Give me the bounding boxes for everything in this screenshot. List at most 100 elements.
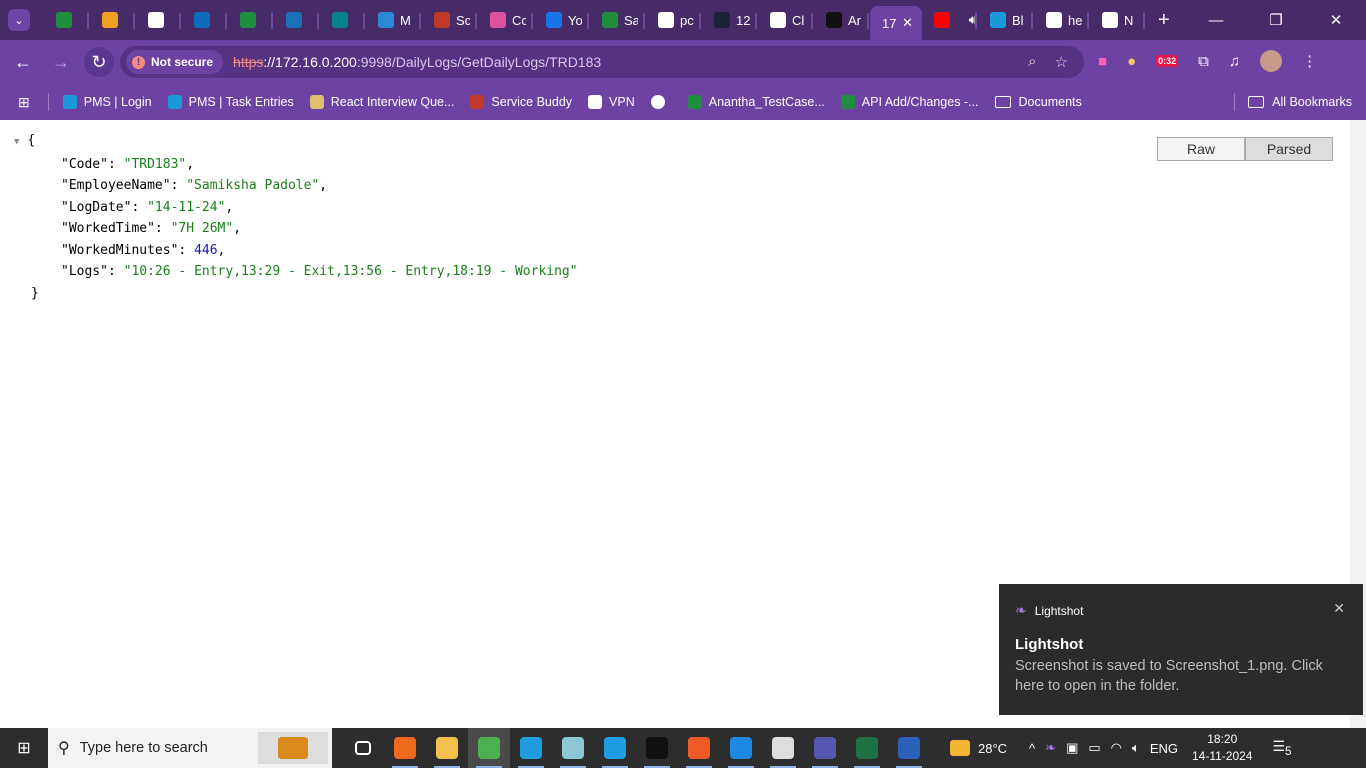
- close-window-button[interactable]: ✕: [1306, 0, 1366, 40]
- volume-icon[interactable]: 🔈︎: [1132, 740, 1140, 756]
- tabs: MScCcYoSapc12ClAr17✕ 🔊︎BlheN: [44, 0, 1146, 40]
- json-field: "WorkedTime": "7H 26M",: [61, 221, 242, 236]
- tab-active[interactable]: 17 ✕: [870, 6, 922, 40]
- tab[interactable]: [182, 0, 228, 40]
- terminal-taskbar-button[interactable]: [636, 728, 678, 768]
- apps-grid-icon[interactable]: ⊞: [18, 94, 30, 111]
- k-icon: [378, 12, 394, 28]
- tab[interactable]: Ar: [814, 0, 870, 40]
- zoom-icon[interactable]: ⌕: [1028, 53, 1036, 71]
- bookmark-item[interactable]: API Add/Changes -...: [840, 95, 979, 109]
- tab-search-button[interactable]: ⌄: [8, 9, 30, 31]
- tab[interactable]: [228, 0, 274, 40]
- tab[interactable]: 12: [702, 0, 758, 40]
- back-button[interactable]: ←: [8, 47, 38, 77]
- tab[interactable]: M: [366, 0, 422, 40]
- bookmark-item[interactable]: React Interview Que...: [309, 95, 454, 109]
- youtube-icon: [934, 12, 950, 28]
- json-value: "TRD183": [123, 156, 187, 172]
- parsed-button[interactable]: Parsed: [1245, 137, 1333, 161]
- new-tab-button[interactable]: +: [1158, 9, 1170, 32]
- clock[interactable]: 18:20 14-11-2024: [1192, 731, 1253, 765]
- url-text[interactable]: https://172.16.0.200:9998/DailyLogs/GetD…: [233, 54, 601, 70]
- postman-taskbar-button[interactable]: [678, 728, 720, 768]
- raw-button[interactable]: Raw: [1157, 137, 1245, 161]
- wifi-icon[interactable]: ◠: [1111, 740, 1122, 756]
- notes-taskbar-button[interactable]: [552, 728, 594, 768]
- tab[interactable]: 🔊︎: [922, 0, 978, 40]
- tab[interactable]: N: [1090, 0, 1146, 40]
- emoji-icon: [102, 12, 118, 28]
- app-orange-icon: [394, 737, 416, 759]
- tab[interactable]: Cl: [758, 0, 814, 40]
- meet-now-icon[interactable]: ▣: [1066, 740, 1078, 756]
- tab[interactable]: Sc: [422, 0, 478, 40]
- teams-taskbar-button[interactable]: [804, 728, 846, 768]
- audio-playing-icon[interactable]: 🔊︎: [969, 12, 977, 28]
- bookmark-item[interactable]: Service Buddy: [470, 95, 572, 109]
- collapse-toggle-icon[interactable]: ▼: [14, 137, 19, 147]
- all-bookmarks-button[interactable]: All Bookmarks: [1234, 84, 1352, 120]
- notification-center-icon[interactable]: ☰5: [1272, 738, 1291, 758]
- tab[interactable]: pc: [646, 0, 702, 40]
- language-indicator[interactable]: ENG: [1150, 741, 1178, 756]
- address-bar[interactable]: ! Not secure https://172.16.0.200:9998/Da…: [120, 46, 1084, 78]
- weather-widget[interactable]: 28°C: [950, 740, 1007, 756]
- lightshot-tray-icon[interactable]: ❧: [1045, 740, 1056, 756]
- tab[interactable]: [44, 0, 90, 40]
- bookmark-item[interactable]: PMS | Task Entries: [167, 95, 294, 109]
- extension-video-icon[interactable]: ■: [1098, 53, 1107, 70]
- tab[interactable]: [274, 0, 320, 40]
- notification-toast[interactable]: ❧ Lightshot ✕ Lightshot Screenshot is sav…: [999, 584, 1363, 715]
- tab[interactable]: Sa: [590, 0, 646, 40]
- start-windows-icon[interactable]: ⊞: [0, 738, 48, 758]
- json-key: "WorkedTime": [61, 221, 155, 236]
- json-field: "Code": "TRD183",: [61, 156, 195, 172]
- media-control-icon[interactable]: ♫: [1229, 53, 1240, 70]
- skype-taskbar-button[interactable]: [594, 728, 636, 768]
- close-tab-icon[interactable]: ✕: [902, 15, 913, 31]
- bookmark-folder-documents[interactable]: Documents: [994, 95, 1082, 109]
- bookmark-item[interactable]: VPN: [588, 95, 635, 109]
- settings-taskbar-button[interactable]: [762, 728, 804, 768]
- taskbar-search[interactable]: ⚲ Type here to search: [48, 728, 332, 768]
- forward-button[interactable]: →: [46, 47, 76, 77]
- profile-avatar[interactable]: [1260, 50, 1283, 72]
- extensions-puzzle-icon[interactable]: ⧉: [1198, 53, 1209, 70]
- tab[interactable]: [320, 0, 366, 40]
- tab[interactable]: Cc: [478, 0, 534, 40]
- s-icon: [546, 12, 562, 28]
- bookmark-item[interactable]: Anantha_TestCase...: [687, 95, 825, 109]
- tab[interactable]: Yo: [534, 0, 590, 40]
- excel-taskbar-button[interactable]: [846, 728, 888, 768]
- security-chip[interactable]: ! Not secure: [126, 50, 224, 74]
- json-value: 446: [194, 242, 218, 258]
- tab[interactable]: Bl: [978, 0, 1034, 40]
- tab[interactable]: he: [1034, 0, 1090, 40]
- restore-button[interactable]: ❐: [1246, 0, 1306, 40]
- close-toast-button[interactable]: ✕: [1333, 600, 1345, 617]
- toast-body[interactable]: Screenshot is saved to Screenshot_1.png.…: [1015, 656, 1345, 696]
- extension-eyedropper-icon[interactable]: ●: [1127, 53, 1136, 70]
- extension-timer-badge[interactable]: 0:32: [1156, 55, 1179, 67]
- battery-icon[interactable]: ▭: [1088, 740, 1100, 756]
- show-hidden-icons-chevron-icon[interactable]: ^: [1029, 741, 1035, 756]
- reload-button[interactable]: ↻: [84, 47, 114, 77]
- edge-taskbar-button[interactable]: [510, 728, 552, 768]
- bookmark-item[interactable]: PMS | Login: [62, 95, 152, 109]
- bookmark-star-icon[interactable]: ☆: [1055, 53, 1068, 71]
- chatgpt-icon: [770, 12, 786, 28]
- chrome-icon: [478, 737, 500, 759]
- task-view-taskbar-button[interactable]: [342, 728, 384, 768]
- json-field: "Logs": "10:26 - Entry,13:29 - Exit,13:5…: [61, 264, 578, 279]
- tab[interactable]: [136, 0, 182, 40]
- vscode-taskbar-button[interactable]: [720, 728, 762, 768]
- chrome-taskbar-button[interactable]: [468, 728, 510, 768]
- word-taskbar-button[interactable]: [888, 728, 930, 768]
- bookmark-item[interactable]: [650, 95, 672, 109]
- minimize-button[interactable]: —: [1186, 0, 1246, 40]
- app-orange-taskbar-button[interactable]: [384, 728, 426, 768]
- file-explorer-taskbar-button[interactable]: [426, 728, 468, 768]
- tab[interactable]: [90, 0, 136, 40]
- menu-kebab-icon[interactable]: ⋮: [1302, 52, 1317, 70]
